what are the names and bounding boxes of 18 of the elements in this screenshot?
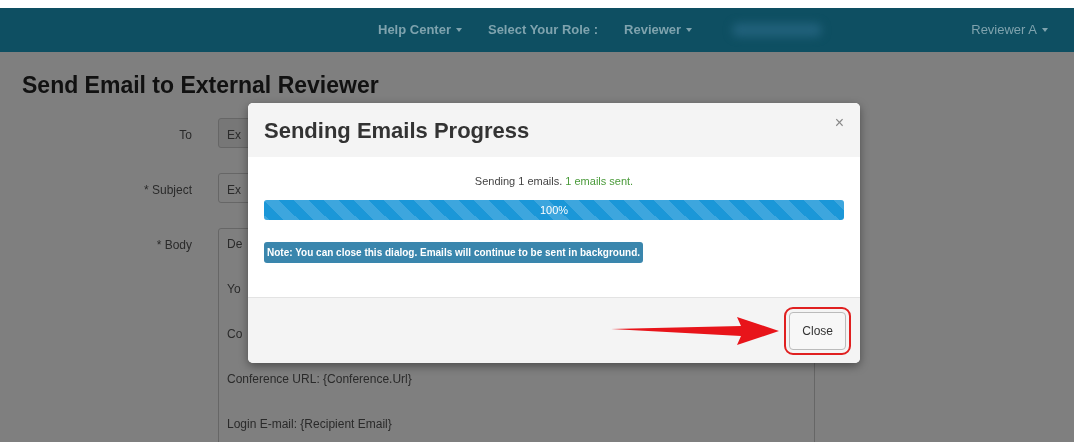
body-line: De xyxy=(227,235,243,253)
status-text: Sending 1 emails. 1 emails sent. xyxy=(473,174,635,189)
field-label: * Body xyxy=(155,236,192,254)
body-line: Conference URL: {Conference.Url} xyxy=(227,370,412,388)
close-button[interactable]: × xyxy=(834,115,844,131)
dialog-title: Sending Emails Progress xyxy=(264,116,530,145)
body-line: Login E-mail: {Recipient Email} xyxy=(227,415,392,433)
body-line: Yo xyxy=(227,280,241,298)
progress-bar: 100% xyxy=(264,199,844,220)
field-label: * Subject xyxy=(142,181,192,199)
body-line: Co xyxy=(227,325,243,343)
page-title: Send Email to External Reviewer xyxy=(22,72,380,100)
note-label: Note: You can close this dialog. Emails will continue to be sent in background. xyxy=(264,241,644,263)
role-label: Select Your Role : xyxy=(487,21,599,40)
nav-dropdown[interactable]: Help Center xyxy=(378,20,462,40)
field-label: To xyxy=(178,126,192,144)
user-menu[interactable]: Reviewer A xyxy=(971,20,1048,40)
nav-dropdown[interactable]: Reviewer xyxy=(624,20,693,40)
